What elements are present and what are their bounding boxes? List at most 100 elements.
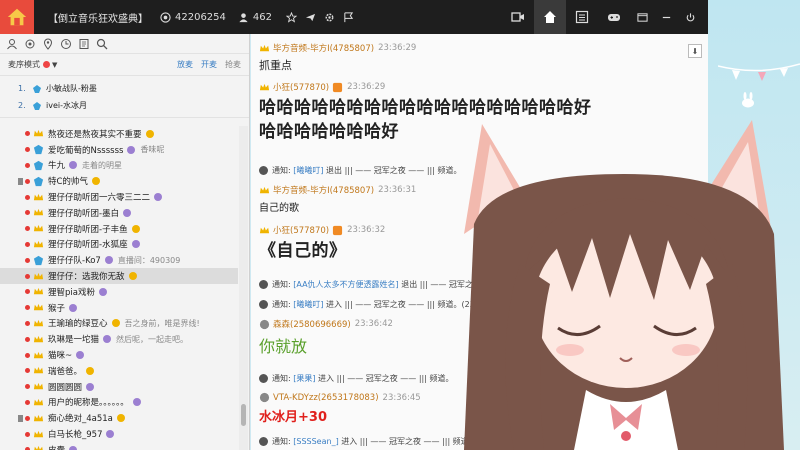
user-list-item[interactable]: 牛九 走着的明星 xyxy=(0,158,238,174)
sender-name[interactable]: 小狂(577870) xyxy=(273,224,329,236)
nav-home[interactable] xyxy=(534,0,566,34)
user-badge-icon xyxy=(145,129,154,138)
user-note: 吾之身前，唯是界线! xyxy=(124,318,200,328)
user-list-item[interactable]: 狸仔仔助听团-墨白 xyxy=(0,205,238,221)
sender-name[interactable]: 森森(2580696669) xyxy=(273,318,351,330)
info-icon xyxy=(259,300,268,309)
crown-icon xyxy=(33,382,44,390)
nav-video[interactable] xyxy=(502,0,534,34)
release-mic-button[interactable]: 放麦 xyxy=(177,59,193,70)
user-list-item[interactable]: 狸仔仔：选我你无敌 xyxy=(0,268,238,284)
queue-item[interactable]: 1. 小敏战队-粉墨 xyxy=(0,80,249,97)
crown-icon xyxy=(33,288,44,295)
notice-label: 通知: xyxy=(272,280,291,289)
online-dot-icon xyxy=(25,320,30,326)
room-actions xyxy=(286,11,354,23)
user-list-item[interactable]: 痴心绝对_4a51a xyxy=(0,410,238,426)
user-note: 香味呢 xyxy=(140,145,165,155)
user-list-item[interactable]: 狸仔仔助听团一六零三二二 xyxy=(0,189,238,205)
system-notice: 通知: [SSSSean_] 进入 ||| —— 冠军之夜 —— ||| 频道。 xyxy=(259,436,477,447)
user-list-item[interactable]: 狸仔仔助听团-子丰鱼 xyxy=(0,221,238,237)
scrollbar-thumb[interactable] xyxy=(241,404,246,426)
user-icon[interactable] xyxy=(6,38,18,50)
star-icon[interactable] xyxy=(286,11,297,23)
queue-item[interactable]: 2. ivei-水冰月 xyxy=(0,97,249,114)
user-list-item[interactable]: 熬夜还是熬夜其实不重要 xyxy=(0,126,238,142)
user-badge-icon xyxy=(104,256,113,265)
user-list-item[interactable]: 白马长枪_957 xyxy=(0,426,238,442)
room-id[interactable]: 42206254 xyxy=(160,12,226,23)
sender-name[interactable]: VTA-KDYzz(2653178083) xyxy=(273,393,379,403)
gamepad-icon xyxy=(608,14,620,21)
user-list-item[interactable]: 圆圆圆圆 xyxy=(0,379,238,395)
user-name: 用户的昵称是。。。。。。 xyxy=(48,398,129,409)
mic-mode-label[interactable]: 麦序模式 xyxy=(8,59,40,70)
sender-name[interactable]: 毕方音频-毕方I(4785807) xyxy=(273,184,374,196)
notice-action: 进入 ||| —— 冠军之夜 —— ||| 频道。 xyxy=(318,374,454,383)
notice-label: 通知: xyxy=(272,166,291,175)
plane-icon[interactable] xyxy=(305,12,316,23)
search-icon[interactable] xyxy=(96,38,108,50)
notice-user[interactable]: [SSSSean_] xyxy=(293,437,338,446)
user-list-item[interactable]: 王瑜瑜的绿豆心 吾之身前，唯是界线! xyxy=(0,316,238,332)
user-list-item[interactable]: 爱吃葡萄的Nssssss 香味呢 xyxy=(0,142,238,158)
user-list-scrollbar[interactable] xyxy=(239,126,248,450)
window-mode-button[interactable] xyxy=(630,0,654,34)
house-logo-icon xyxy=(7,8,27,26)
user-list-item[interactable]: 瑞爸爸。 xyxy=(0,363,238,379)
user-name: 特C的帅气 xyxy=(48,177,88,188)
user-list-item[interactable]: 猴子 xyxy=(0,300,238,316)
user-list-item[interactable]: 玖琳是一坨猫 然后呢，一起走吧。 xyxy=(0,331,238,347)
user-list-item[interactable]: 皮囊 xyxy=(0,442,238,450)
clock-icon[interactable] xyxy=(60,38,72,50)
gear-search-icon[interactable] xyxy=(24,38,36,50)
system-notice: 通知: [果果] 进入 ||| —— 冠军之夜 —— ||| 频道。 xyxy=(259,373,453,384)
user-list-item[interactable]: 用户的昵称是。。。。。。 xyxy=(0,395,238,411)
user-list-item[interactable]: 特C的帅气 xyxy=(0,173,238,189)
user-name: 痴心绝对_4a51a xyxy=(48,414,113,425)
minimize-icon xyxy=(662,16,670,18)
user-list-item[interactable]: 狸智pia戏粉 xyxy=(0,284,238,300)
bunny-decoration-icon xyxy=(742,92,754,108)
flag-icon[interactable] xyxy=(343,11,354,23)
notice-label: 通知: xyxy=(272,300,291,309)
location-icon[interactable] xyxy=(42,37,54,50)
notice-user[interactable]: [AA仇人太多不方便透露姓名] xyxy=(293,279,398,290)
user-badge-icon xyxy=(132,398,141,407)
close-button[interactable] xyxy=(678,0,702,34)
user-level-icon xyxy=(259,319,270,329)
chevron-down-icon[interactable]: ▼ xyxy=(52,61,57,69)
online-dot-icon xyxy=(25,368,30,374)
sender-name[interactable]: 小狂(577870) xyxy=(273,81,329,93)
sidebar-toolbar xyxy=(0,34,249,54)
app-logo[interactable] xyxy=(0,0,34,34)
user-list-item[interactable]: 狸仔仔队-Ko7 直播间：490309 xyxy=(0,252,238,268)
user-list-item[interactable]: 狸仔仔助听团-水狐座 xyxy=(0,237,238,253)
crown-icon xyxy=(33,303,44,311)
open-mic-button[interactable]: 开麦 xyxy=(201,59,217,70)
notice-label: 通知: xyxy=(272,437,291,446)
chat-message: 森森(2580696669) 23:36:42 你就放 xyxy=(259,318,393,357)
user-list-item[interactable]: 猫咪~ xyxy=(0,347,238,363)
nav-games[interactable] xyxy=(598,0,630,34)
user-name: 狸仔仔助听团-子丰鱼 xyxy=(48,224,128,235)
message-time: 23:36:31 xyxy=(378,185,417,195)
notice-user[interactable]: [果果] xyxy=(293,373,315,384)
online-dot-icon xyxy=(25,336,30,342)
user-note: 然后呢，一起走吧。 xyxy=(116,334,189,344)
sender-name[interactable]: 毕方音频-毕方I(4785807) xyxy=(273,42,374,54)
minimize-button[interactable] xyxy=(654,0,678,34)
user-name: 狸仔仔助听团-墨白 xyxy=(48,208,120,219)
scroll-top-button[interactable]: ⬇ xyxy=(688,44,702,58)
online-dot-icon xyxy=(25,352,30,358)
grab-mic-button[interactable]: 抢麦 xyxy=(225,59,241,70)
level-badge-icon xyxy=(333,82,343,92)
notice-user[interactable]: [曦曦叮] xyxy=(293,299,323,310)
user-note: 直播间：490309 xyxy=(117,255,181,265)
user-badge-icon xyxy=(98,287,107,296)
gear-icon[interactable] xyxy=(324,12,335,23)
document-icon[interactable] xyxy=(78,38,90,50)
nav-list[interactable] xyxy=(566,0,598,34)
notice-user[interactable]: [曦曦叮] xyxy=(293,165,323,176)
notice-action: 退出 ||| —— 冠军之夜 —— ||| 频道。 xyxy=(326,166,462,175)
